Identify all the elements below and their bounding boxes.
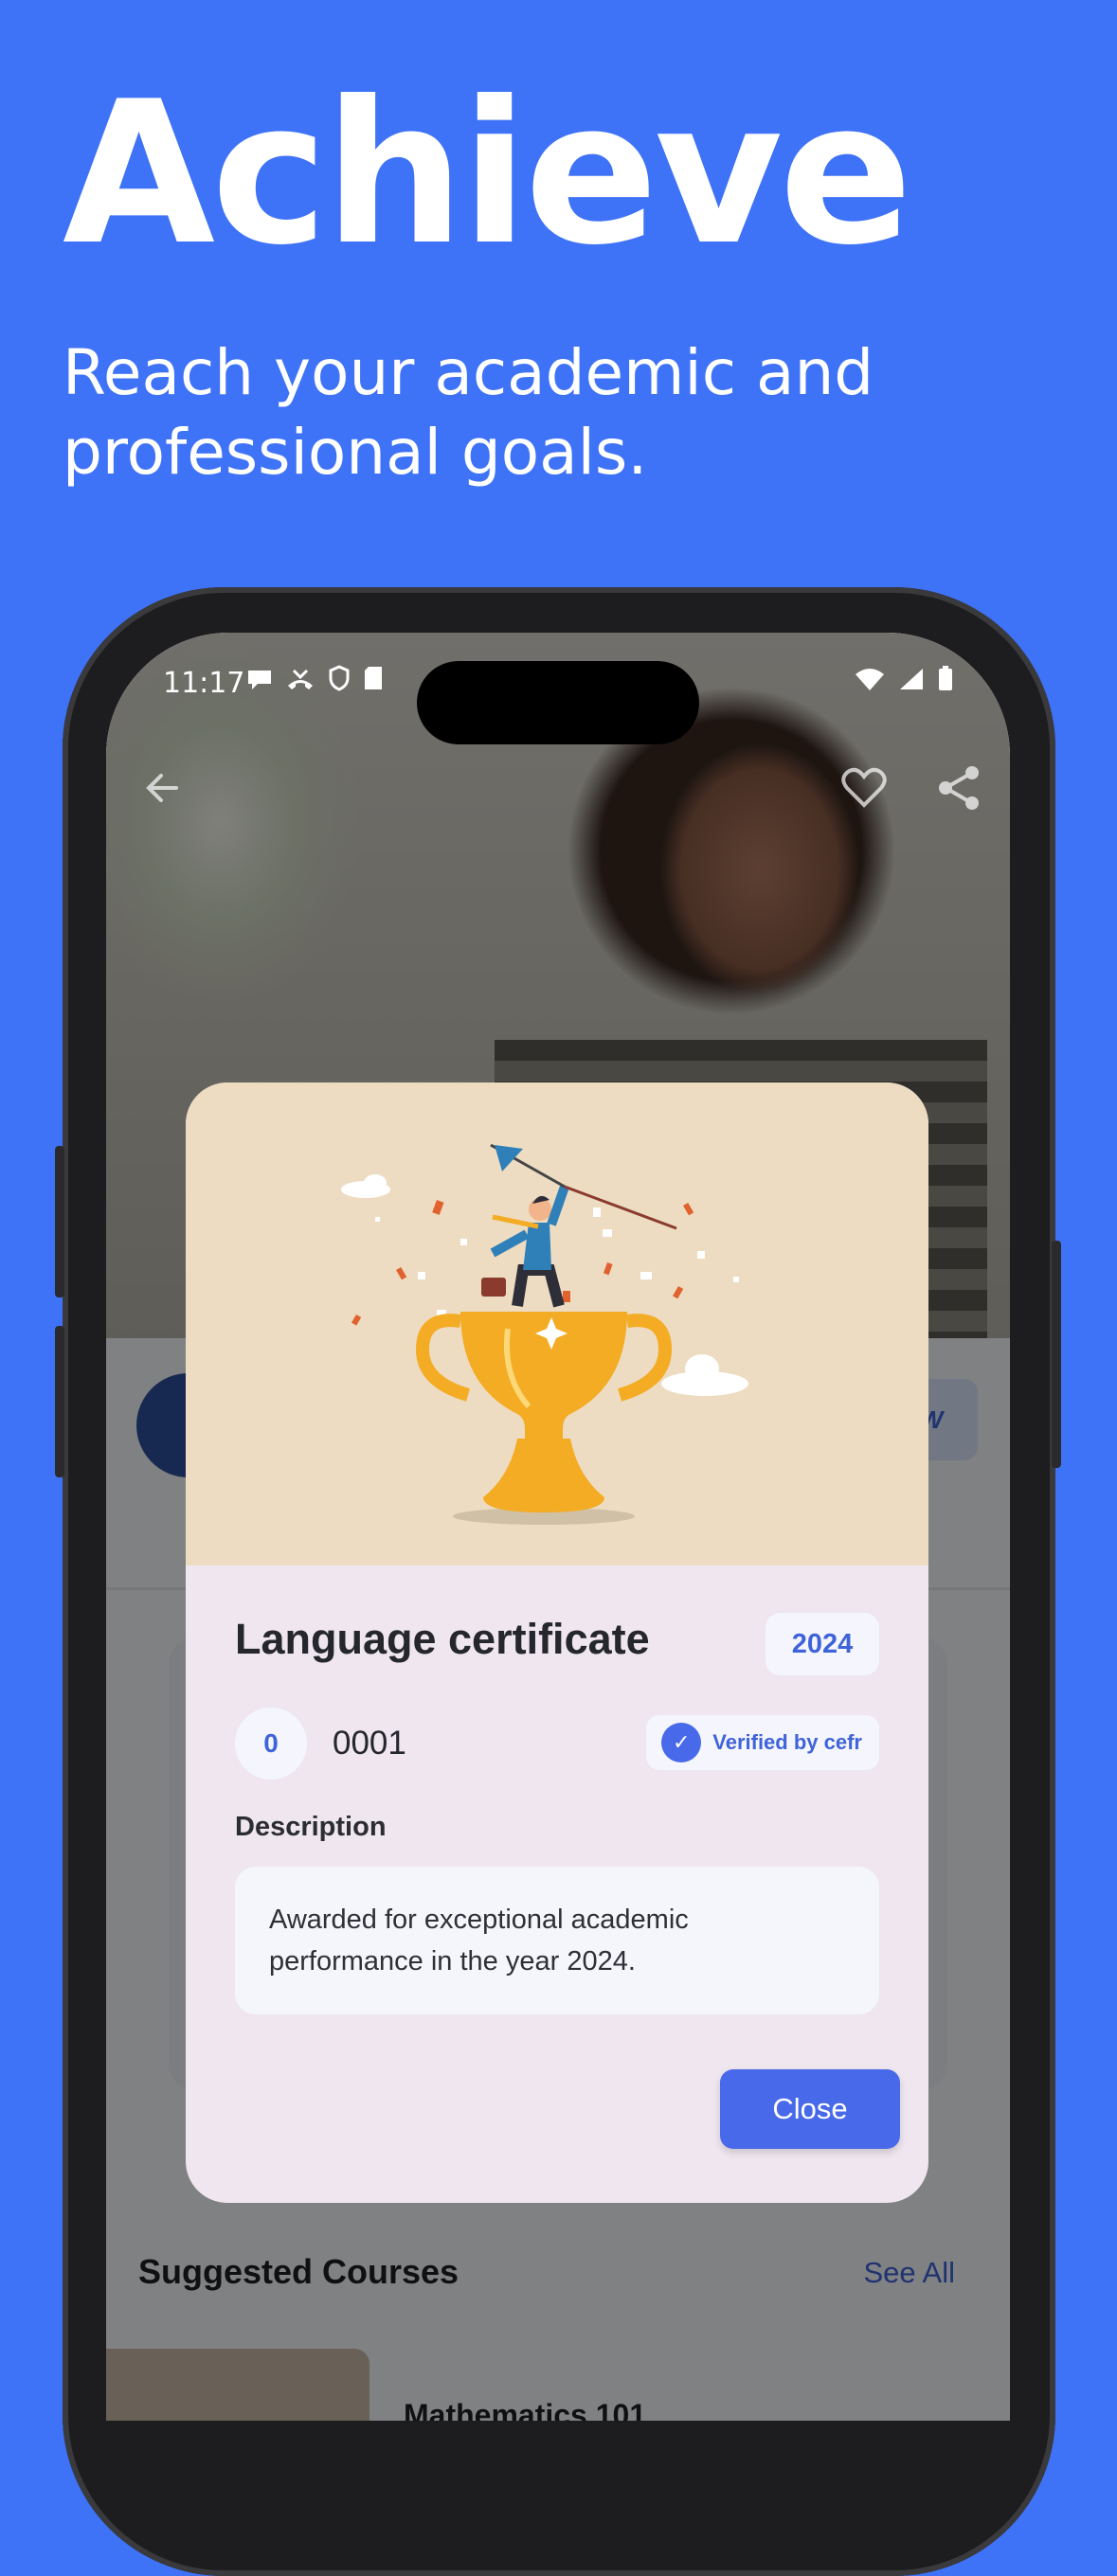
battery-icon <box>939 666 952 690</box>
hero-subtitle: Reach your academic and professional goa… <box>63 336 874 489</box>
wifi-icon <box>856 669 885 690</box>
dynamic-island <box>417 661 699 744</box>
certificate-dialog: Language certificate 2024 0 0001 ✓ Verif… <box>186 1082 928 2203</box>
power-button <box>1052 1241 1061 1468</box>
hero-title: Achieve <box>63 60 912 289</box>
status-left-icons <box>246 665 384 698</box>
description-label: Description <box>235 1812 387 1842</box>
signal-icon <box>900 669 924 689</box>
close-button[interactable]: Close <box>720 2069 900 2149</box>
shield-icon <box>329 665 350 691</box>
volume-up-button <box>55 1146 64 1297</box>
chat-icon <box>248 671 271 689</box>
sd-card-icon <box>365 667 383 689</box>
back-arrow-icon[interactable] <box>135 760 191 816</box>
volume-down-button <box>55 1326 64 1477</box>
description-text: Awarded for exceptional academic perform… <box>235 1867 879 2014</box>
certificate-code-avatar: 0 <box>235 1708 307 1780</box>
certificate-title: Language certificate <box>235 1615 650 1663</box>
status-right-icons <box>855 665 953 698</box>
certificate-code: 0001 <box>333 1725 406 1762</box>
achievement-illustration <box>186 1082 928 1565</box>
share-icon[interactable] <box>930 760 987 816</box>
heart-icon[interactable] <box>836 760 892 816</box>
verified-label: Verified by cefr <box>712 1730 862 1754</box>
trophy-illustration <box>341 1143 748 1525</box>
verified-badge: ✓ Verified by cefr <box>646 1715 879 1770</box>
missed-call-icon <box>287 669 313 689</box>
status-time: 11:17 <box>163 667 245 700</box>
check-icon: ✓ <box>661 1723 702 1762</box>
year-badge: 2024 <box>766 1613 879 1675</box>
